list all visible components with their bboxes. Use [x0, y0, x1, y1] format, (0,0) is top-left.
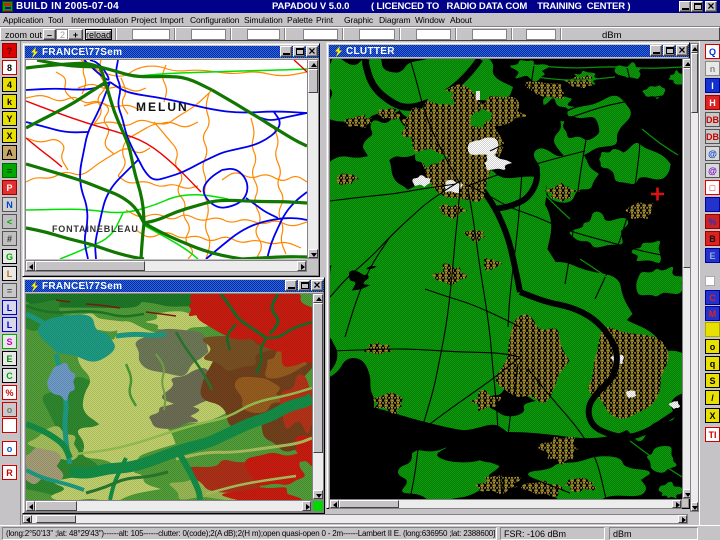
svg-text:FONTAINEBLEAU: FONTAINEBLEAU	[52, 224, 139, 234]
svg-text:MELUN: MELUN	[136, 100, 189, 114]
